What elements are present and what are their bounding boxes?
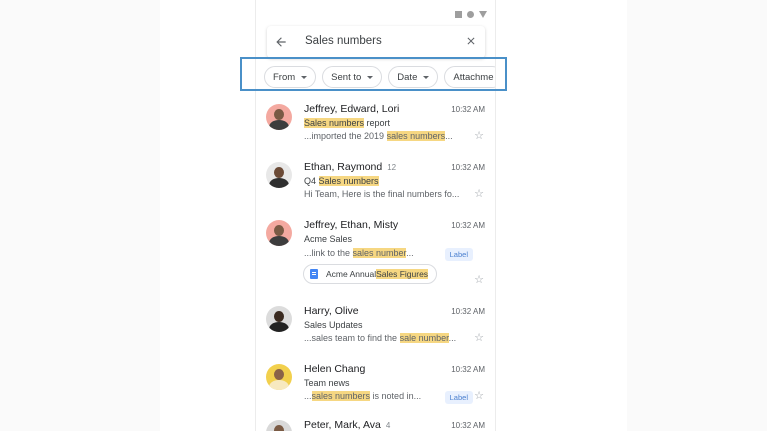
avatar bbox=[266, 364, 292, 390]
email-subject: Team news bbox=[304, 378, 350, 388]
email-time: 10:32 AM bbox=[451, 221, 485, 230]
avatar bbox=[266, 306, 292, 332]
star-icon[interactable]: ☆ bbox=[474, 131, 484, 142]
filter-chips: From Sent to Date Attachme bbox=[264, 66, 495, 88]
background-left bbox=[0, 0, 160, 431]
caret-down-icon bbox=[423, 75, 430, 79]
email-time: 10:32 AM bbox=[451, 365, 485, 374]
email-subject: Q4 Sales numbers bbox=[304, 176, 379, 186]
filter-chip-from[interactable]: From bbox=[264, 66, 317, 88]
email-sender: Harry, Olive bbox=[304, 305, 359, 317]
list-item[interactable]: Helen Chang 10:32 AM Team news ...sales … bbox=[256, 358, 495, 410]
filter-chip-sent-to[interactable]: Sent to bbox=[322, 66, 383, 88]
search-bar[interactable]: Sales numbers bbox=[267, 26, 485, 58]
attachment-chip[interactable]: Acme Annual Sales Figures bbox=[303, 264, 438, 284]
email-sender: Ethan, Raymond 12 bbox=[304, 161, 397, 173]
email-time: 10:32 AM bbox=[451, 105, 485, 114]
star-icon[interactable]: ☆ bbox=[474, 333, 484, 344]
list-item[interactable]: Jeffrey, Ethan, Misty 10:32 AM Acme Sale… bbox=[256, 214, 495, 294]
email-snippet: ...sales numbers is noted in... bbox=[304, 391, 422, 401]
avatar bbox=[266, 420, 292, 431]
star-icon[interactable]: ☆ bbox=[474, 275, 484, 286]
email-snippet: ...imported the 2019 sales numbers... bbox=[304, 131, 453, 141]
email-time: 10:32 AM bbox=[451, 421, 485, 430]
email-subject: Acme Sales bbox=[304, 234, 353, 244]
email-sender: Peter, Mark, Ava 4 bbox=[304, 419, 391, 431]
avatar bbox=[266, 104, 292, 130]
avatar bbox=[266, 220, 292, 246]
email-subject: Sales Updates bbox=[304, 320, 363, 330]
filter-chip-attachment[interactable]: Attachme bbox=[444, 66, 495, 88]
email-sender: Jeffrey, Edward, Lori bbox=[304, 103, 400, 115]
avatar bbox=[266, 162, 292, 188]
wifi-icon bbox=[479, 11, 487, 18]
email-time: 10:32 AM bbox=[451, 307, 485, 316]
status-bar bbox=[455, 11, 487, 18]
caret-down-icon bbox=[367, 75, 374, 79]
list-item[interactable]: Jeffrey, Edward, Lori 10:32 AM Sales num… bbox=[256, 98, 495, 150]
search-input[interactable]: Sales numbers bbox=[305, 35, 382, 47]
phone-screen: Sales numbers From Sent to Date Attachme… bbox=[255, 0, 496, 431]
list-item[interactable]: Harry, Olive 10:32 AM Sales Updates ...s… bbox=[256, 300, 495, 352]
doc-icon bbox=[310, 269, 318, 279]
email-time: 10:32 AM bbox=[451, 163, 485, 172]
email-snippet: ...link to the sales number... bbox=[304, 248, 414, 258]
filter-chip-date[interactable]: Date bbox=[388, 66, 439, 88]
email-subject: Sales numbers report bbox=[304, 118, 391, 128]
email-snippet: Hi Team, Here is the final numbers fo... bbox=[304, 189, 460, 199]
caret-down-icon bbox=[301, 75, 308, 79]
signal-icon bbox=[455, 11, 462, 18]
battery-icon bbox=[467, 11, 474, 18]
label-chip[interactable]: Label bbox=[444, 248, 473, 261]
email-sender: Helen Chang bbox=[304, 363, 366, 375]
background-right bbox=[627, 0, 767, 431]
close-icon[interactable] bbox=[465, 35, 477, 47]
back-arrow-icon[interactable] bbox=[274, 35, 288, 49]
email-sender: Jeffrey, Ethan, Misty bbox=[304, 219, 399, 231]
label-chip[interactable]: Label bbox=[444, 391, 473, 404]
star-icon[interactable]: ☆ bbox=[474, 391, 484, 402]
email-snippet: ...sales team to find the sale number... bbox=[304, 333, 457, 343]
list-item[interactable]: Peter, Mark, Ava 4 10:32 AM bbox=[256, 416, 495, 431]
star-icon[interactable]: ☆ bbox=[474, 189, 484, 200]
list-item[interactable]: Ethan, Raymond 12 10:32 AM Q4 Sales numbe… bbox=[256, 156, 495, 208]
